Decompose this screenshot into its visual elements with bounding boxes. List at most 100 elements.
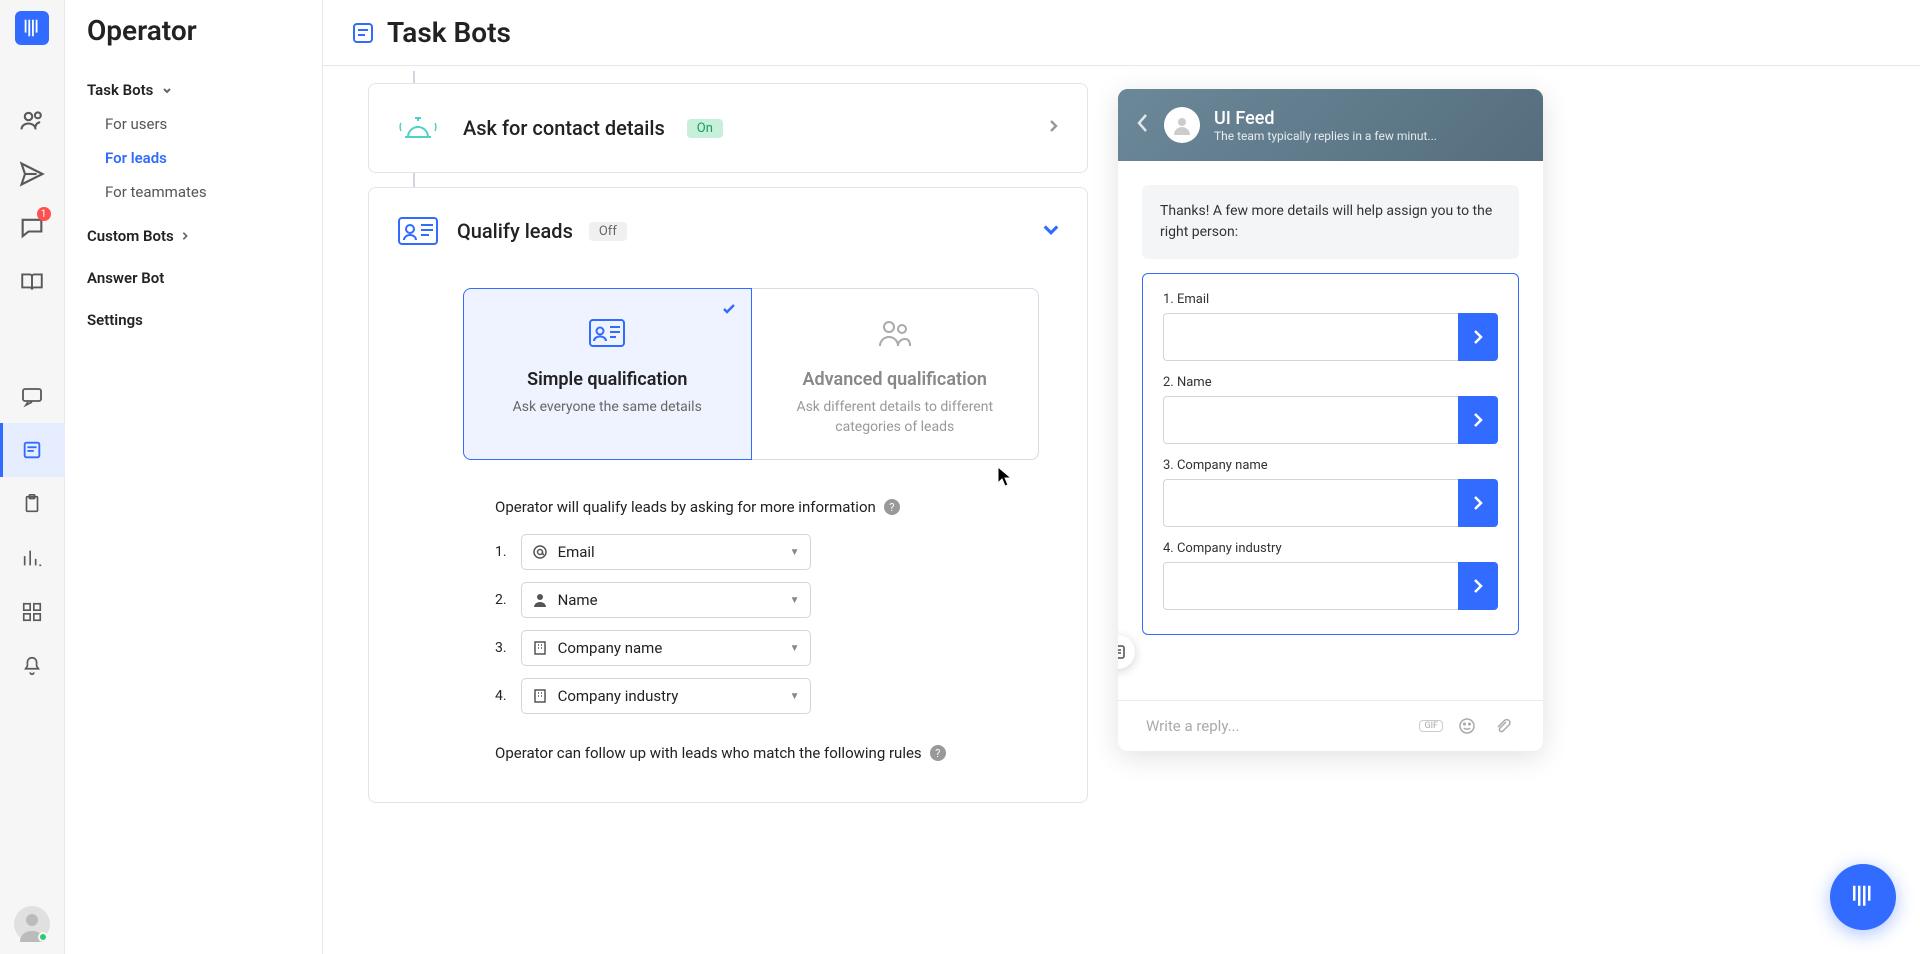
rail-item-people[interactable] [0,93,65,147]
help-icon[interactable]: ? [884,499,900,515]
rail-item-clipboard[interactable] [0,477,65,531]
id-card-icon [395,210,441,252]
preview-submit-2[interactable] [1458,396,1498,444]
preview-submit-4[interactable] [1458,562,1498,610]
preview-form-label-4: 4. Company industry [1163,541,1498,556]
sidebar-app-title: Operator [65,14,322,73]
caret-down-icon: ▼ [790,547,800,558]
rail-item-articles[interactable] [0,255,65,309]
field-select-company-name[interactable]: Company name ▼ [521,630,811,666]
user-icon [532,592,548,608]
preview-input-company-industry[interactable] [1163,562,1458,610]
preview-form-label-1: 1. Email [1163,292,1498,307]
field-label: Company industry [558,687,679,705]
field-number: 2. [495,592,507,608]
option-simple-title: Simple qualification [527,369,687,390]
field-select-name[interactable]: Name ▼ [521,582,811,618]
option-advanced-qualification[interactable]: Advanced qualification Ask different det… [752,288,1040,460]
task-bots-page-icon [351,21,375,45]
preview-panel: UI Feed The team typically replies in a … [1118,89,1543,751]
status-online-dot [38,932,48,942]
option-simple-qualification[interactable]: Simple qualification Ask everyone the sa… [463,288,752,460]
qualify-field-list: 1. Email ▼ 2. Name ▼ [395,534,1061,714]
rail-item-operator[interactable] [0,423,65,477]
preview-reply-input[interactable]: Write a reply... [1146,717,1407,735]
field-select-company-industry[interactable]: Company industry ▼ [521,678,811,714]
card-contact-status-badge: On [687,119,723,138]
preview-header: UI Feed The team typically replies in a … [1118,89,1543,161]
sidebar: Operator Task Bots For users For leads F… [65,0,323,954]
qualification-option-row: Simple qualification Ask everyone the sa… [395,288,1061,460]
chevron-right-icon [180,231,190,241]
option-advanced-title: Advanced qualification [803,369,987,390]
check-icon [721,301,737,321]
sidebar-sub-for-users[interactable]: For users [65,107,322,141]
rail-item-apps[interactable] [0,585,65,639]
sidebar-link-custom-bots[interactable]: Custom Bots [65,215,322,257]
rail-item-conversations[interactable]: 1 [0,201,65,255]
app-logo[interactable] [15,11,49,45]
follow-up-text: Operator can follow up with leads who ma… [395,744,1061,762]
people-group-icon [872,311,918,355]
rail-item-notifications[interactable] [0,639,65,693]
operator-avatar [1164,107,1200,143]
qualify-intro-label: Operator will qualify leads by asking fo… [495,498,876,516]
field-number: 3. [495,640,507,656]
emoji-icon[interactable] [1455,717,1479,735]
field-select-email[interactable]: Email ▼ [521,534,811,570]
preview-form-label-2: 2. Name [1163,375,1498,390]
chevron-right-icon [1472,494,1484,512]
connector-line [413,173,415,187]
chevron-down-icon [1041,219,1061,243]
messenger-launcher[interactable] [1830,864,1896,930]
preview-submit-3[interactable] [1458,479,1498,527]
caret-down-icon: ▼ [790,643,800,654]
sidebar-link-answer-bot[interactable]: Answer Bot [65,257,322,299]
field-row-3: 3. Company name ▼ [495,630,1061,666]
sidebar-custom-bots-label: Custom Bots [87,227,174,245]
preview-subtitle: The team typically replies in a few minu… [1214,129,1437,143]
sidebar-sub-for-teammates[interactable]: For teammates [65,175,322,209]
at-icon [532,544,548,560]
field-row-1: 1. Email ▼ [495,534,1061,570]
chevron-right-icon [1472,411,1484,429]
chevron-down-icon [161,84,173,96]
preview-form-label-3: 3. Company name [1163,458,1498,473]
card-qualify-title: Qualify leads [457,219,573,243]
preview-input-email[interactable] [1163,313,1458,361]
field-label: Name [558,591,598,609]
field-label: Company name [558,639,663,657]
sidebar-task-bots-label: Task Bots [87,81,153,99]
card-ask-contact-details[interactable]: Ask for contact details On [368,83,1088,173]
preview-input-name[interactable] [1163,396,1458,444]
sidebar-sub-for-leads[interactable]: For leads [65,141,322,175]
chevron-right-icon [1472,328,1484,346]
preview-title: UI Feed [1214,108,1437,129]
icon-rail: 1 [0,0,65,954]
rail-item-reports[interactable] [0,531,65,585]
building-icon [532,640,548,656]
preview-form-bubble: 1. Email 2. Name 3. Company [1142,273,1519,635]
field-label: Email [558,543,595,561]
card-contact-title: Ask for contact details [463,116,665,140]
preview-footer: Write a reply... GIF [1118,700,1543,751]
rail-conversations-badge: 1 [37,207,51,221]
card-qualify-status-badge: Off [589,222,627,241]
rail-item-message[interactable] [0,369,65,423]
caret-down-icon: ▼ [790,691,800,702]
gif-icon[interactable]: GIF [1419,720,1443,732]
rail-item-send[interactable] [0,147,65,201]
option-advanced-desc: Ask different details to different categ… [772,398,1019,437]
chevron-right-icon [1472,577,1484,595]
preview-input-company-name[interactable] [1163,479,1458,527]
option-simple-desc: Ask everyone the same details [513,398,702,418]
back-icon[interactable] [1136,112,1150,138]
help-icon[interactable]: ? [930,745,946,761]
sidebar-link-settings[interactable]: Settings [65,299,322,341]
preview-submit-1[interactable] [1458,313,1498,361]
preview-body: Thanks! A few more details will help ass… [1118,161,1543,700]
attachment-icon[interactable] [1491,717,1515,735]
main: Task Bots Ask for contact details On [323,0,1920,954]
card-qualify-header[interactable]: Qualify leads Off [395,210,1061,252]
sidebar-section-task-bots[interactable]: Task Bots [65,73,322,107]
